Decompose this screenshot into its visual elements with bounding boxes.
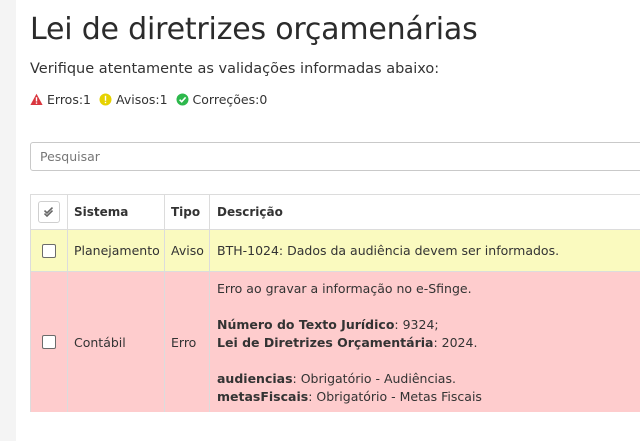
error-detail-line: Lei de Diretrizes Orçamentária: 2024.	[217, 334, 477, 352]
error-message: Erro ao gravar a informação no e-Sfinge.	[217, 281, 472, 296]
row-system: Planejamento	[67, 230, 164, 271]
page-title: Lei de diretrizes orçamenárias	[30, 12, 478, 47]
warning-triangle-icon	[30, 93, 43, 106]
row-type: Aviso	[164, 230, 209, 271]
row-type: Erro	[164, 272, 209, 412]
warnings-count: Avisos:1	[99, 92, 168, 107]
validation-table: Sistema Tipo Descrição Planejamento Avis…	[30, 194, 640, 412]
field-value: : 2024.	[433, 335, 478, 350]
check-circle-icon	[176, 93, 189, 106]
row-checkbox[interactable]	[42, 243, 56, 258]
table-row: Planejamento Aviso BTH-1024: Dados da au…	[30, 230, 640, 272]
row-description: BTH-1024: Dados da audiência devem ser i…	[209, 230, 640, 271]
row-system: Contábil	[67, 272, 164, 412]
column-header-system[interactable]: Sistema	[67, 195, 164, 229]
field-value: : Obrigatório - Audiências.	[292, 371, 456, 386]
column-header-description[interactable]: Descrição	[209, 195, 640, 229]
select-all-button[interactable]	[38, 201, 60, 223]
field-name: Número do Texto Jurídico	[217, 317, 395, 332]
field-name: metasFiscais	[217, 389, 309, 404]
field-name: audiencias	[217, 371, 293, 386]
column-header-type[interactable]: Tipo	[164, 195, 209, 229]
header-select-cell	[30, 195, 67, 229]
search-box	[30, 142, 640, 171]
error-detail-line: Número do Texto Jurídico: 9324;	[217, 316, 439, 334]
fixes-label: Correções:0	[192, 92, 268, 107]
page-subtitle: Verifique atentamente as validações info…	[30, 61, 440, 77]
errors-label: Erros:1	[47, 92, 92, 107]
fixes-count: Correções:0	[176, 92, 268, 107]
errors-count: Erros:1	[30, 92, 91, 107]
search-input[interactable]	[31, 143, 640, 170]
row-checkbox[interactable]	[42, 335, 56, 349]
row-description: Erro ao gravar a informação no e-Sfinge.…	[209, 272, 640, 412]
field-value: : Obrigatório - Metas Fiscais	[308, 389, 482, 404]
left-panel-edge	[0, 0, 16, 441]
field-value: : 9324;	[394, 317, 439, 332]
exclamation-circle-icon	[99, 93, 112, 106]
double-check-icon	[43, 207, 54, 218]
warnings-label: Avisos:1	[116, 92, 168, 107]
row-select-cell	[30, 272, 67, 412]
field-name: Lei de Diretrizes Orçamentária	[217, 335, 434, 350]
table-row: Contábil Erro Erro ao gravar a informaçã…	[30, 272, 640, 412]
error-detail-line: metasFiscais: Obrigatório - Metas Fiscai…	[217, 388, 482, 406]
error-detail-line: audiencias: Obrigatório - Audiências.	[217, 370, 456, 388]
validation-summary: Erros:1 Avisos:1 Correções:0	[30, 92, 275, 107]
row-select-cell	[30, 230, 67, 271]
table-header-row: Sistema Tipo Descrição	[30, 195, 640, 230]
